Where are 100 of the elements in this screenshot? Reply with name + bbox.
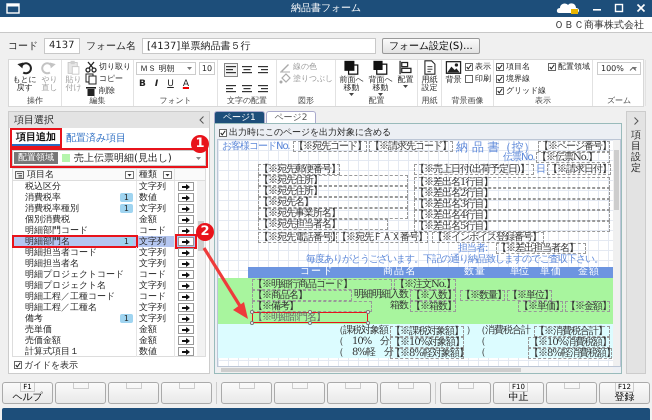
list-row[interactable]: 消費税率 1 数値 (13, 192, 197, 203)
close-icon[interactable] (636, 3, 646, 14)
list-row[interactable]: 明細プロジェクト名 文字列 (13, 280, 197, 291)
add-button[interactable] (178, 248, 194, 257)
form-field[interactable]: 【※商品名】 (252, 290, 352, 301)
tab[interactable]: 項目追加 (12, 130, 60, 146)
ribbon-button[interactable]: 用紙設定 (420, 60, 439, 92)
form-field[interactable]: 【※宛先名】 (258, 197, 408, 208)
add-button[interactable] (178, 237, 194, 246)
align-icon[interactable] (224, 63, 238, 77)
form-field[interactable]: 【※数量】 (460, 290, 505, 301)
format-button[interactable]: I (152, 78, 162, 90)
add-button[interactable] (178, 281, 194, 290)
scrollbar[interactable] (613, 140, 620, 366)
format-button[interactable]: U (164, 78, 177, 90)
scrollbar[interactable] (217, 367, 613, 373)
add-button[interactable] (178, 303, 194, 312)
form-field[interactable]: 【※インボイス登録番号】 (432, 232, 544, 243)
checkbox[interactable]: ガイドを表示 (9, 357, 209, 373)
form-field[interactable]: 【※10%消費税額】 (528, 337, 610, 348)
checkbox[interactable]: 出力時にこのページを出力対象に含める (217, 126, 621, 139)
font-size-field[interactable]: 10 (199, 62, 215, 75)
form-field[interactable]: 【※金額】 (565, 301, 610, 312)
list-row[interactable]: 明細プロジェクトコード コード (13, 269, 197, 280)
code-field[interactable]: 4137 (44, 38, 80, 54)
add-button[interactable] (178, 259, 194, 268)
list-row[interactable]: 明細工程／工種コード コード (13, 291, 197, 302)
form-field[interactable]: 【※差出担当者名】 (496, 243, 586, 254)
add-button[interactable] (178, 325, 194, 334)
zoom-select[interactable]: 100% (597, 62, 641, 75)
form-field[interactable]: 【※箱数】 (410, 301, 456, 312)
checkbox[interactable]: 境界線 (496, 73, 546, 84)
form-field[interactable]: 【※差出名1行目】 (414, 177, 610, 188)
form-field[interactable]: 【※請求日付】 (547, 164, 611, 175)
form-field[interactable]: 【※消費税合計】 (534, 326, 610, 337)
form-field[interactable]: 【※宛先住所】 (258, 186, 408, 197)
collapse-icon[interactable] (199, 116, 204, 124)
add-button[interactable] (178, 347, 194, 356)
format-button[interactable]: A (180, 78, 192, 90)
form-field[interactable]: 【※単価】 (518, 301, 563, 312)
form-field[interactable]: 【※請求先コード】 (369, 141, 453, 152)
side-panel[interactable]: 項目設定 (626, 111, 646, 374)
add-button[interactable] (178, 292, 194, 301)
list-row[interactable]: 明細担当者コード 文字列 (13, 247, 197, 258)
add-button[interactable] (178, 182, 194, 191)
list-row[interactable]: 売価金額 金額 (13, 335, 197, 346)
add-button[interactable] (178, 336, 194, 345)
tab[interactable]: 配置済み項目 (62, 130, 130, 146)
form-field[interactable]: 【※入数】 (410, 290, 456, 301)
list-row[interactable]: 個別消費税 金額 (13, 214, 197, 225)
form-field[interactable]: 【※8%軽消費税額】 (528, 348, 612, 359)
form-field[interactable]: 【※伝票No.】 (536, 152, 610, 163)
form-field[interactable]: 【※宛先郵便番号】 (258, 164, 340, 175)
ribbon-button[interactable]: もとに戻す (11, 60, 38, 92)
add-button[interactable] (178, 270, 194, 279)
list-row[interactable]: 税込区分 文字列 (13, 181, 197, 192)
form-field[interactable]: 【※備考】 (252, 301, 372, 312)
checkbox[interactable]: 項目名 (496, 61, 546, 72)
form-field[interactable]: 【※差出名5行目】 (414, 221, 610, 232)
form-field[interactable]: 【※宛先ＦＡＸ番号】 (336, 232, 428, 243)
ribbon-button[interactable]: 削除 (85, 85, 131, 96)
filter-dropdown-icon[interactable] (125, 170, 134, 178)
tree-icon[interactable] (15, 170, 24, 178)
add-button[interactable] (178, 193, 194, 202)
form-field[interactable]: 【※単位】 (507, 290, 552, 301)
resize-handle[interactable] (308, 310, 312, 314)
form-field[interactable]: 【※宛先住所】 (258, 175, 408, 186)
form-settings-button[interactable]: フォーム設定(S)... (382, 38, 480, 54)
form-field[interactable]: 【※注文No.】 (394, 279, 456, 290)
page-tab[interactable]: ページ1 (214, 111, 265, 123)
form-field[interactable]: 【※差出名2行目】 (414, 188, 610, 199)
form-field[interactable]: 【※課税対象額】 (390, 326, 464, 337)
add-button[interactable] (178, 204, 194, 213)
list-row[interactable]: 計算式項目１ 数値 (13, 346, 197, 357)
checkbox[interactable]: 印刷 (465, 73, 491, 84)
list-row[interactable]: 明細工程／工種名 文字列 (13, 302, 197, 313)
resize-handle[interactable] (250, 310, 254, 314)
add-button[interactable] (178, 215, 194, 224)
form-name-field[interactable]: [4137]単票納品書５行 (142, 38, 376, 54)
form-field[interactable]: 【※ページ番号】 (538, 141, 610, 152)
area-select[interactable]: 配置領域 売上伝票明細(見出し) (12, 150, 206, 166)
form-field[interactable]: 【※10%対象額】 (390, 337, 464, 348)
resize-handle[interactable] (308, 321, 312, 325)
filter-dropdown-icon[interactable] (163, 170, 172, 178)
list-row[interactable]: 明細部門名 1 文字列 (13, 236, 197, 247)
resize-handle[interactable] (366, 310, 370, 314)
resize-handle[interactable] (366, 321, 370, 325)
form-field[interactable]: 【※売上日付(出荷予定日)】 (414, 164, 534, 175)
add-button[interactable] (178, 314, 194, 323)
list-row[interactable]: 売単価 金額 (13, 324, 197, 335)
checkbox[interactable]: 配置領域 (548, 61, 590, 72)
ribbon-button[interactable]: 切り取り (85, 61, 131, 72)
form-field[interactable]: 【※宛先コード】 (293, 141, 367, 152)
ribbon-button[interactable]: 背面へ移動 (367, 60, 394, 96)
form-field[interactable]: 【※明細行商品コード】 (252, 279, 392, 290)
form-field[interactable]: 【※差出名3行目】 (414, 199, 610, 210)
page-tab[interactable]: ページ2 (266, 111, 316, 123)
ribbon-button[interactable]: コピー (85, 73, 131, 84)
form-field[interactable]: 【※差出名4行目】 (414, 210, 610, 221)
list-row[interactable]: 明細担当者名 文字列 (13, 258, 197, 269)
